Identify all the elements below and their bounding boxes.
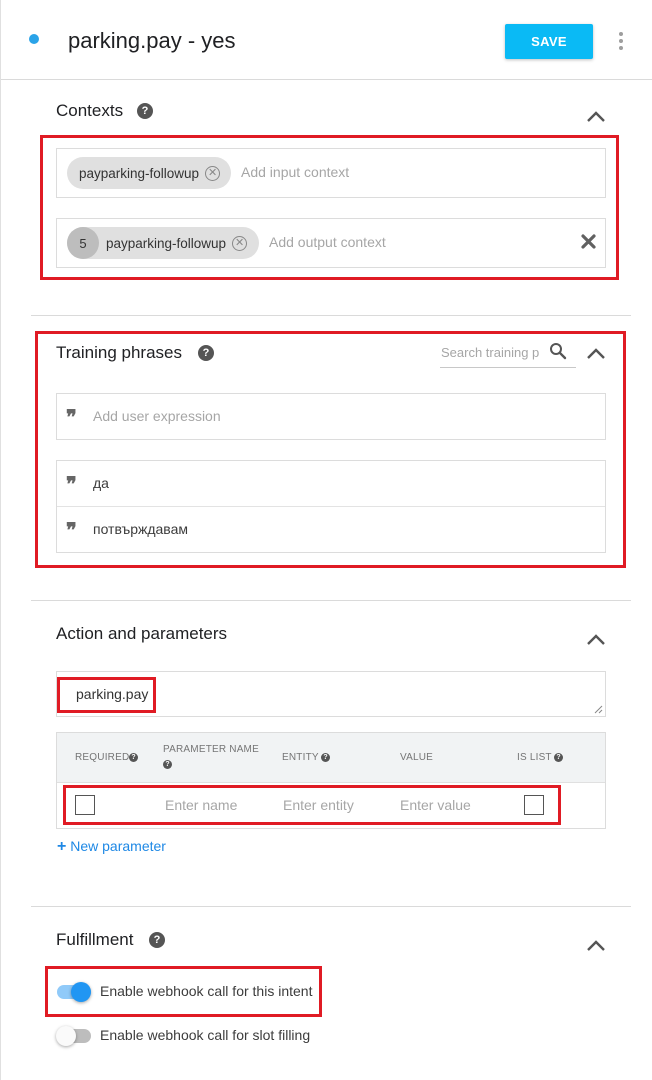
output-context-lifespan[interactable]: 5: [67, 227, 99, 259]
action-parameters-title: Action and parameters: [56, 624, 228, 643]
training-search-input[interactable]: Search training p: [441, 345, 541, 360]
action-divider: [31, 906, 631, 907]
col-value: VALUE: [400, 752, 434, 763]
contexts-help-icon[interactable]: ?: [137, 103, 153, 119]
entity-input[interactable]: Enter entity: [283, 797, 354, 813]
quote-icon: ❞: [66, 518, 77, 542]
left-border: [0, 0, 1, 1080]
new-parameter-link[interactable]: + New parameter: [57, 838, 166, 856]
col-parameter-name: PARAMETER NAME: [163, 744, 259, 755]
slot-filling-toggle-label: Enable webhook call for slot filling: [100, 1027, 311, 1043]
remove-chip-icon[interactable]: ✕: [205, 165, 221, 181]
input-context-chip[interactable]: payparking-followup ✕: [67, 157, 231, 189]
action-name-value: parking.pay: [76, 686, 149, 702]
resize-handle-icon[interactable]: [593, 704, 603, 714]
col-is-list: IS LIST: [517, 752, 552, 763]
output-context-chip[interactable]: 5 payparking-followup ✕: [67, 227, 259, 259]
input-context-placeholder: Add input context: [241, 164, 350, 180]
fulfillment-collapse-chevron-icon[interactable]: [586, 938, 606, 952]
add-expression-placeholder: Add user expression: [93, 408, 221, 424]
training-phrase-2[interactable]: потвърждавам: [93, 521, 188, 537]
training-phrases-title: Training phrases: [56, 343, 182, 362]
save-button[interactable]: SAVE: [505, 24, 593, 59]
quote-icon: ❞: [66, 405, 77, 429]
input-context-chip-label: payparking-followup: [79, 165, 200, 181]
header-divider: [1, 79, 652, 80]
output-context-chip-label: payparking-followup: [106, 235, 227, 251]
intent-status-dot: [29, 34, 39, 44]
is-list-checkbox[interactable]: [524, 795, 544, 815]
required-help-icon[interactable]: ?: [129, 753, 138, 762]
entity-help-icon[interactable]: ?: [321, 753, 330, 762]
search-underline: [440, 367, 576, 368]
remove-chip-icon[interactable]: ✕: [232, 235, 248, 251]
contexts-collapse-chevron-icon[interactable]: [586, 109, 606, 123]
required-checkbox[interactable]: [75, 795, 95, 815]
webhook-toggle[interactable]: [56, 981, 92, 1003]
output-context-placeholder: Add output context: [269, 234, 386, 250]
parameter-name-help-icon[interactable]: ?: [163, 760, 172, 769]
training-divider: [31, 600, 631, 601]
col-required: REQUIRED: [75, 752, 130, 763]
phrase-divider: [57, 506, 605, 507]
fulfillment-help-icon[interactable]: ?: [149, 932, 165, 948]
value-input[interactable]: Enter value: [400, 797, 471, 813]
fulfillment-title: Fulfillment: [56, 930, 134, 949]
is-list-help-icon[interactable]: ?: [554, 753, 563, 762]
clear-contexts-icon[interactable]: [581, 234, 596, 249]
more-options-icon[interactable]: [615, 32, 627, 50]
col-entity: ENTITY: [282, 752, 319, 763]
slot-filling-toggle[interactable]: [56, 1025, 92, 1047]
search-icon[interactable]: [549, 342, 567, 360]
training-collapse-chevron-icon[interactable]: [586, 346, 606, 360]
intent-name[interactable]: parking.pay - yes: [68, 28, 236, 54]
action-collapse-chevron-icon[interactable]: [586, 632, 606, 646]
contexts-title: Contexts: [56, 101, 124, 120]
parameters-header-divider: [57, 782, 605, 783]
contexts-divider: [31, 315, 631, 316]
training-phrase-1[interactable]: да: [93, 475, 109, 491]
quote-icon: ❞: [66, 472, 77, 496]
webhook-toggle-label: Enable webhook call for this intent: [100, 983, 313, 999]
plus-icon: +: [57, 838, 67, 855]
training-help-icon[interactable]: ?: [198, 345, 214, 361]
parameter-name-input[interactable]: Enter name: [165, 797, 237, 813]
